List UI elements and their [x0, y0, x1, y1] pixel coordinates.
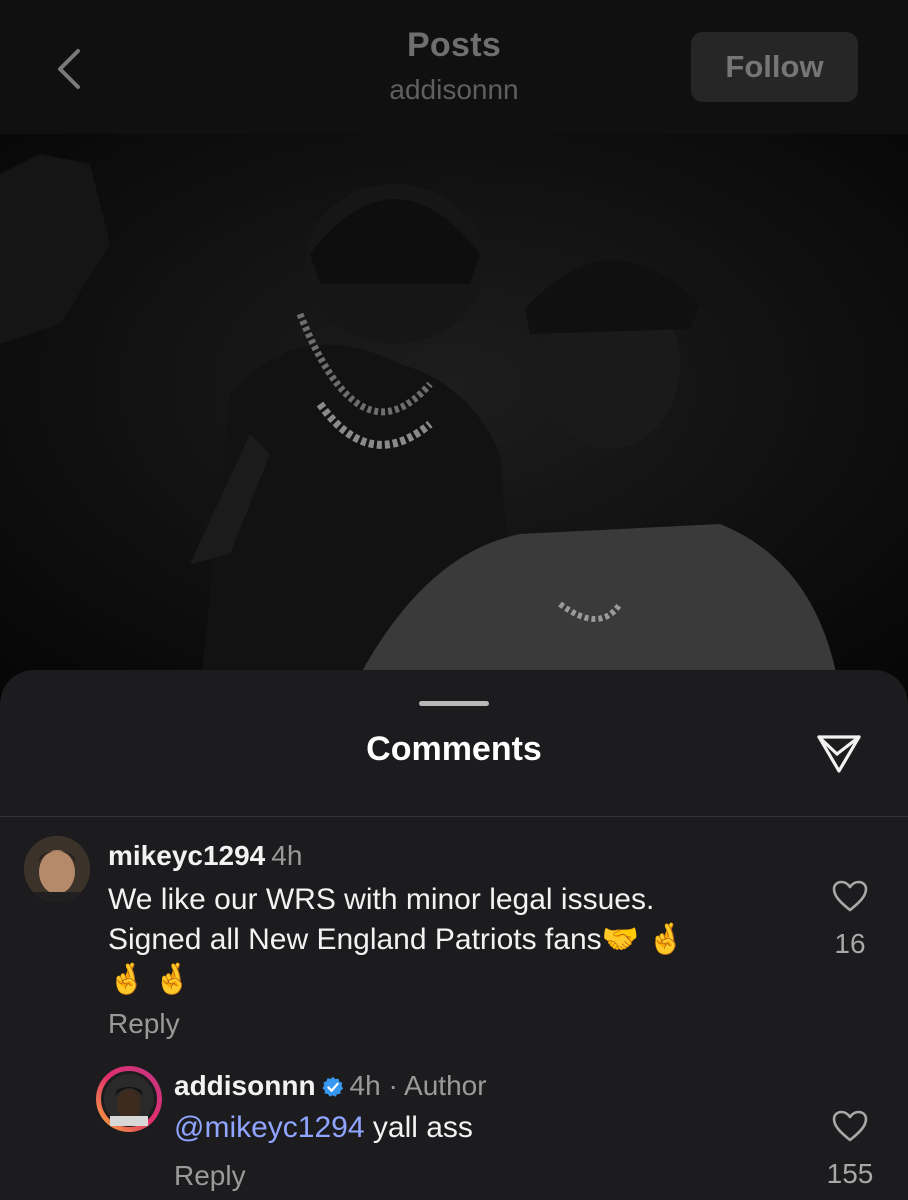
comment-time: 4h — [271, 840, 303, 871]
reply-button[interactable]: Reply — [108, 1008, 180, 1040]
comment-text-line: We like our WRS with minor legal issues. — [108, 883, 655, 916]
avatar-image — [101, 1071, 157, 1127]
comment-emojis: 🤞 🤞 — [108, 963, 192, 996]
send-icon — [817, 735, 861, 773]
comments-title: Comments — [366, 730, 542, 768]
comment-time: 4h — [349, 1070, 381, 1101]
heart-icon — [832, 880, 868, 912]
comment-text: We like our WRS with minor legal issues.… — [108, 880, 685, 1000]
comment-text: @mikeyc1294 yall ass — [174, 1108, 473, 1148]
comment-username[interactable]: mikeyc1294 — [108, 840, 265, 871]
comments-sheet: Comments mikeyc1294 4h We like our WRS wi… — [0, 670, 908, 1200]
like-count: 155 — [826, 1158, 874, 1189]
sheet-divider — [0, 816, 908, 817]
comment-emojis: 🤝 🤞 — [601, 923, 685, 956]
reply-button[interactable]: Reply — [174, 1160, 246, 1192]
share-button[interactable] — [812, 726, 866, 780]
post-photo[interactable] — [0, 134, 908, 694]
heart-icon — [832, 1110, 868, 1142]
comment-text-line-2: Signed all New England Patriots fans — [108, 923, 602, 956]
like-button[interactable] — [830, 876, 870, 916]
avatar[interactable] — [24, 836, 90, 902]
author-label: · Author — [388, 1070, 487, 1101]
sheet-grabber-handle[interactable] — [419, 701, 489, 706]
follow-button[interactable]: Follow — [691, 32, 858, 102]
post-photo-image — [0, 134, 908, 694]
avatar-image — [24, 836, 90, 902]
top-nav-bar: Posts addisonnn Follow — [0, 0, 908, 134]
avatar-story-ring[interactable] — [96, 1066, 162, 1132]
comment-username[interactable]: addisonnn — [174, 1070, 316, 1101]
comment-text-body: yall ass — [364, 1111, 473, 1144]
comment-text-line: Signed all New England Patriots fans🤝 🤞 — [108, 920, 685, 960]
like-button[interactable] — [830, 1106, 870, 1146]
like-count: 16 — [834, 928, 866, 959]
mention-link[interactable]: @mikeyc1294 — [174, 1111, 365, 1144]
verified-badge-icon — [322, 1076, 343, 1097]
